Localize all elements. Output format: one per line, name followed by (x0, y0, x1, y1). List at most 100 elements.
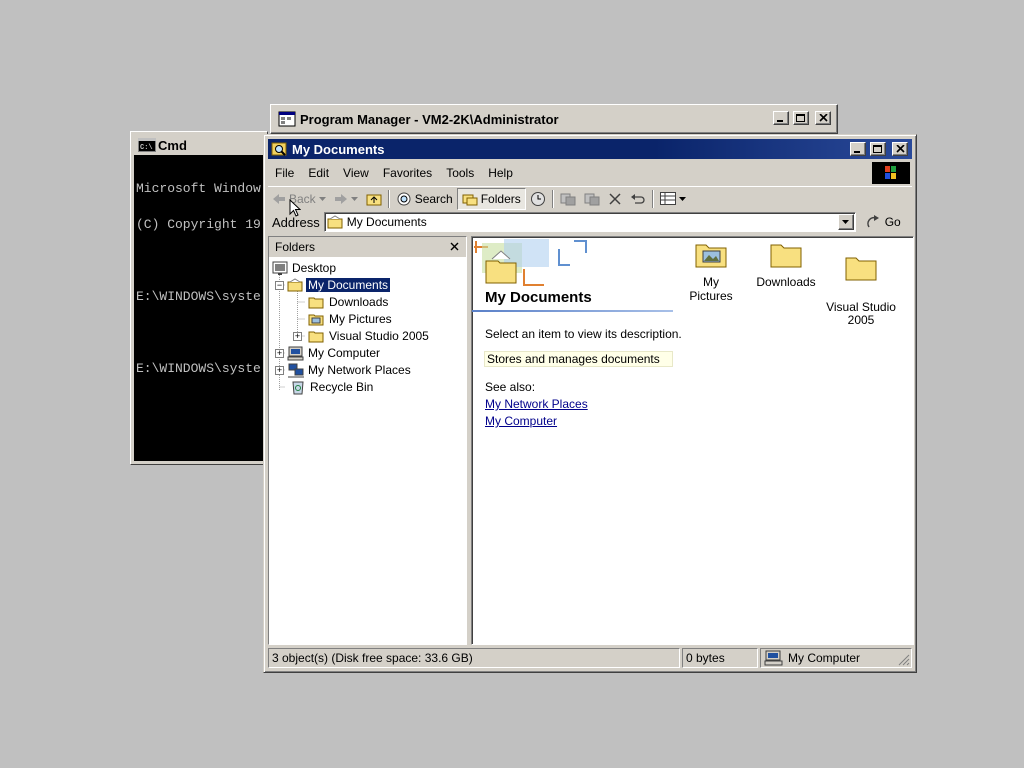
menu-help[interactable]: Help (481, 166, 520, 180)
folders-pane-title: Folders (275, 240, 316, 254)
undo-icon (630, 193, 645, 204)
tree-expand-button[interactable]: + (275, 348, 284, 358)
menu-edit[interactable]: Edit (301, 166, 336, 180)
tree-item-label: My Pictures (329, 312, 392, 326)
toolbar-separator (387, 189, 390, 208)
chevron-down-icon (350, 196, 358, 201)
forward-arrow-icon (334, 193, 347, 204)
delete-icon (609, 192, 621, 205)
menu-file[interactable]: File (268, 166, 301, 180)
status-bar: 3 object(s) (Disk free space: 33.6 GB) 0… (268, 648, 912, 668)
close-button[interactable] (815, 111, 831, 125)
views-button[interactable] (656, 188, 690, 210)
file-item-visual-studio-2005[interactable]: Visual Studio 2005 (826, 239, 896, 340)
up-folder-button[interactable] (362, 188, 386, 210)
file-item-downloads[interactable]: Downloads (755, 239, 817, 289)
tree-item-my-documents[interactable]: − My Documents (275, 277, 392, 293)
address-dropdown-button[interactable] (837, 214, 854, 230)
pictures-folder-icon (308, 314, 324, 326)
console-line: E:\WINDOWS\syste (136, 289, 261, 304)
status-zone-label: My Computer (788, 651, 861, 665)
search-label: Search (414, 191, 453, 206)
chevron-down-icon (842, 220, 850, 224)
link-my-computer[interactable]: My Computer (485, 414, 557, 428)
folders-icon (462, 194, 478, 205)
menu-tools[interactable]: Tools (439, 166, 481, 180)
folders-label: Folders (480, 191, 521, 206)
tree-item-label: Recycle Bin (310, 380, 374, 394)
tree-item-desktop[interactable]: Desktop (272, 260, 336, 276)
tree-item-label: My Network Places (308, 363, 411, 377)
program-manager-icon (278, 111, 296, 130)
tree-item-recycle-bin[interactable]: Recycle Bin (290, 379, 373, 395)
folder-icon (770, 244, 802, 268)
tree-expand-button[interactable]: + (275, 365, 284, 375)
console-output[interactable]: Microsoft Window (C) Copyright 19 E:\WIN… (134, 155, 267, 461)
cmd-title: Cmd (158, 137, 187, 153)
tree-item-downloads[interactable]: Downloads (308, 294, 388, 310)
delete-button[interactable] (604, 188, 626, 210)
go-button[interactable]: Go (862, 211, 905, 233)
minimize-button[interactable] (773, 111, 789, 125)
resize-grip-icon (898, 654, 910, 666)
copy-to-icon (584, 193, 600, 205)
maximize-button[interactable] (793, 111, 809, 125)
window-title: My Documents (292, 141, 385, 157)
cmd-window[interactable]: C:\ Cmd Microsoft Window (C) Copyright 1… (130, 131, 268, 465)
copy-to-button[interactable] (580, 188, 604, 210)
folders-pane-header: Folders (269, 237, 466, 257)
cmd-titlebar[interactable]: C:\ Cmd (134, 135, 267, 155)
my-documents-icon (327, 215, 343, 229)
folders-pane: Folders Desktop − My Documents Downloads (268, 236, 467, 645)
program-manager-window[interactable]: Program Manager - VM2-2K\Administrator (270, 104, 838, 134)
tree-item-my-computer[interactable]: + My Computer (275, 345, 380, 361)
tree-item-my-pictures[interactable]: My Pictures (308, 311, 392, 327)
file-item-label: Downloads (756, 275, 816, 289)
tree-expand-button[interactable]: + (293, 331, 302, 341)
tree-item-label: Desktop (292, 261, 337, 275)
program-manager-titlebar[interactable]: Program Manager - VM2-2K\Administrator (274, 108, 834, 130)
file-item-my-pictures[interactable]: My Pictures (680, 239, 742, 303)
up-folder-icon (366, 194, 382, 205)
tree-collapse-button[interactable]: − (275, 280, 284, 290)
explorer-titlebar[interactable]: My Documents (268, 139, 912, 159)
console-line: Microsoft Window (136, 181, 261, 196)
console-line: E:\WINDOWS\syste (136, 361, 261, 376)
address-input[interactable]: My Documents (323, 212, 856, 232)
minimize-button[interactable] (850, 142, 866, 156)
explorer-search-icon (271, 141, 287, 160)
undo-button[interactable] (626, 188, 650, 210)
close-pane-icon[interactable] (450, 240, 459, 254)
folder-heading: My Documents (485, 289, 592, 306)
folders-button[interactable]: Folders (456, 187, 526, 210)
chevron-down-icon (318, 196, 326, 201)
menu-favorites[interactable]: Favorites (376, 166, 439, 180)
close-button[interactable] (892, 142, 908, 156)
recycle-bin-icon (292, 381, 304, 395)
link-my-network-places[interactable]: My Network Places (485, 397, 588, 411)
forward-button[interactable] (330, 188, 362, 210)
tree-item-label: Downloads (329, 295, 389, 309)
maximize-button[interactable] (870, 142, 886, 156)
folder-icon (308, 331, 324, 343)
search-icon (397, 192, 411, 205)
windows-logo-icon (872, 162, 910, 184)
history-button[interactable] (526, 188, 550, 210)
move-to-icon (560, 193, 576, 205)
menu-view[interactable]: View (336, 166, 376, 180)
explorer-window[interactable]: My Documents File Edit View Favorites To… (263, 134, 917, 673)
computer-icon (287, 346, 304, 360)
svg-text:C:\: C:\ (140, 144, 153, 152)
file-item-label: My Pictures (689, 275, 733, 303)
tree-item-my-network-places[interactable]: + My Network Places (275, 362, 411, 378)
tree-item-visual-studio-2005[interactable]: + Visual Studio 2005 (293, 328, 429, 344)
toolbar-separator (551, 189, 554, 208)
search-button[interactable]: Search (392, 188, 457, 210)
move-to-button[interactable] (556, 188, 580, 210)
pictures-folder-icon (695, 244, 727, 268)
mouse-cursor-icon (289, 199, 301, 217)
tree-item-label: My Documents (304, 277, 392, 293)
toolbar-separator (651, 189, 654, 208)
